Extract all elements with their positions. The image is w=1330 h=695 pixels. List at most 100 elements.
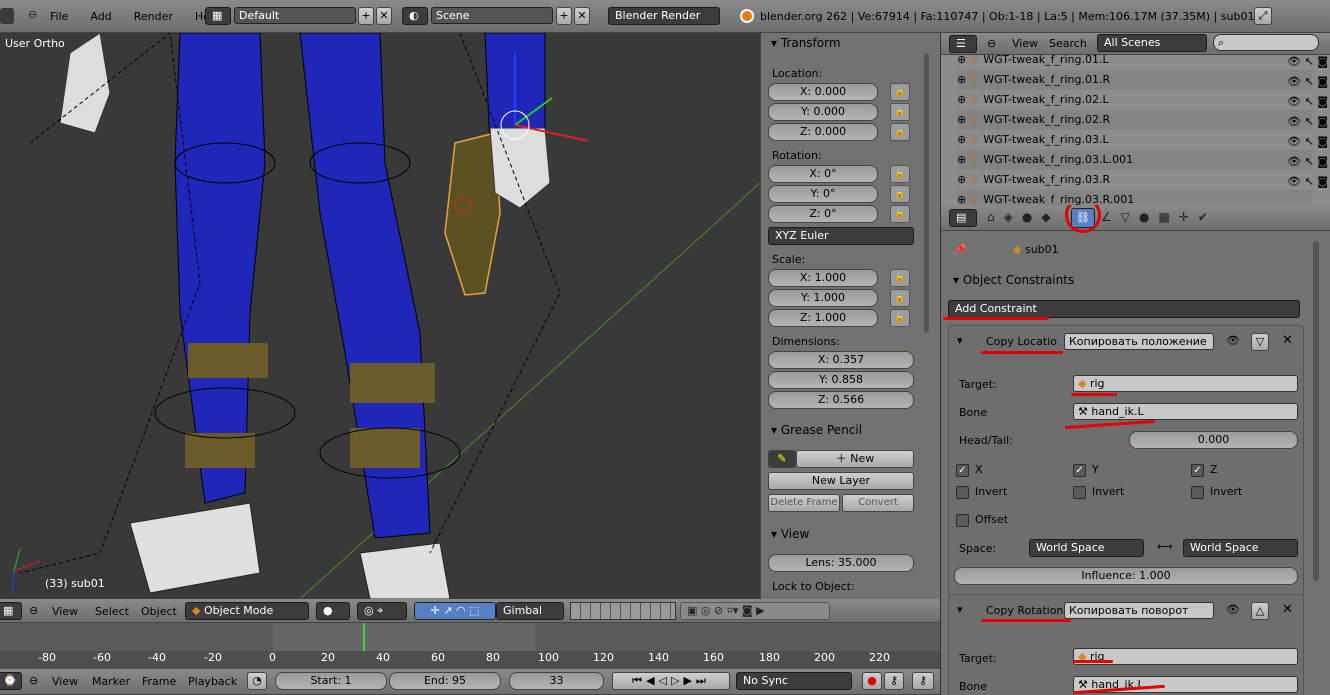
dimension-y[interactable]: Y: 0.858 xyxy=(768,371,914,389)
outliner-row[interactable]: ⊕ ▽ WGT-tweak_f_ring.03.R xyxy=(957,170,1312,190)
pencil-icon[interactable]: ✎ xyxy=(768,450,796,468)
keying-button[interactable]: ⚷ xyxy=(884,672,904,690)
render-engine-select[interactable]: Blender Render xyxy=(608,7,720,25)
collapse-icon[interactable]: ⊖ xyxy=(29,604,38,617)
outliner-row[interactable]: ⊕ ▽ WGT-tweak_f_ring.02.R xyxy=(957,110,1312,130)
z-checkbox[interactable]: ✓ Z xyxy=(1191,463,1218,477)
outliner-row[interactable]: ⊕ ▽ WGT-tweak_f_ring.01.L xyxy=(957,50,1312,70)
new-layer-button[interactable]: New Layer xyxy=(768,472,914,490)
owner-space-select[interactable]: World Space xyxy=(1029,539,1144,557)
scale-y[interactable]: Y: 1.000 xyxy=(768,289,878,307)
expand-icon[interactable]: ⊕ xyxy=(957,113,970,126)
location-y[interactable]: Y: 0.000 xyxy=(768,103,878,121)
outliner-row[interactable]: ⊕ ▽ WGT-tweak_f_ring.01.R xyxy=(957,70,1312,90)
menu-marker[interactable]: Marker xyxy=(92,675,130,688)
shading-select[interactable]: ● xyxy=(316,602,350,620)
expand-icon[interactable]: ⊕ xyxy=(957,153,970,166)
screen-type-icon[interactable]: ▦ xyxy=(205,7,231,25)
eye-icon[interactable]: 👁 xyxy=(1226,334,1240,347)
menu-playback[interactable]: Playback xyxy=(188,675,237,688)
menu-frame[interactable]: Frame xyxy=(142,675,176,688)
pin-icon[interactable]: 📌 xyxy=(953,243,967,256)
rotation-x[interactable]: X: 0° xyxy=(768,165,878,183)
expand-icon[interactable]: ▾ xyxy=(957,603,963,616)
menu-select[interactable]: Select xyxy=(95,605,129,618)
delete-scene-button[interactable]: ✕ xyxy=(574,7,590,25)
start-frame-field[interactable]: Start: 1 xyxy=(275,672,387,690)
sync-select[interactable]: No Sync xyxy=(736,672,852,690)
lock-icon[interactable]: 🔒 xyxy=(890,309,910,327)
delete-frame-button[interactable]: Delete Frame xyxy=(768,494,840,512)
fullscreen-button[interactable]: ⤢ xyxy=(1254,7,1272,25)
outliner-view-menu[interactable]: View xyxy=(1012,37,1038,50)
expand-icon[interactable]: ⊕ xyxy=(957,93,970,106)
lock-icon[interactable]: 🔒 xyxy=(890,123,910,141)
expand-icon[interactable]: ⊕ xyxy=(957,193,970,205)
manipulator-icons[interactable]: ✛ ↗ ◠ ⬚ xyxy=(414,602,496,620)
rotation-y[interactable]: Y: 0° xyxy=(768,185,878,203)
outliner-search-menu[interactable]: Search xyxy=(1049,37,1087,50)
bone-field[interactable]: ⚒ hand_ik.L xyxy=(1073,403,1298,420)
offset-checkbox[interactable]: Offset xyxy=(956,513,1008,527)
layer-buttons[interactable] xyxy=(570,602,676,620)
collapse-icon[interactable]: ⊖ xyxy=(28,8,37,21)
menu-view[interactable]: View xyxy=(52,605,78,618)
view-panel-title[interactable]: ▾ View xyxy=(771,527,809,541)
lock-icon[interactable]: 🔒 xyxy=(890,165,910,183)
x-checkbox[interactable]: ✓ X xyxy=(956,463,983,477)
location-z[interactable]: Z: 0.000 xyxy=(768,123,878,141)
scale-z[interactable]: Z: 1.000 xyxy=(768,309,878,327)
target-space-select[interactable]: World Space xyxy=(1183,539,1298,557)
add-screen-button[interactable]: + xyxy=(358,7,374,25)
grease-pencil-title[interactable]: ▾ Grease Pencil xyxy=(771,423,862,437)
outliner-row[interactable]: ⊕ ▽ WGT-tweak_f_ring.03.L xyxy=(957,130,1312,150)
collapse-icon[interactable]: ⊖ xyxy=(29,674,38,687)
expand-icon[interactable]: ⊕ xyxy=(957,173,970,186)
expand-icon[interactable]: ▾ xyxy=(957,334,963,347)
scene-type-icon[interactable]: ◐ xyxy=(402,7,428,25)
delete-screen-button[interactable]: ✕ xyxy=(376,7,392,25)
preview-range-button[interactable]: ◔ xyxy=(247,672,267,690)
editor-type-icon[interactable] xyxy=(0,8,14,24)
constraint-name-field[interactable]: Копировать положение xyxy=(1064,333,1214,350)
orientation-select[interactable]: Gimbal xyxy=(496,602,564,620)
expand-icon[interactable]: ⊕ xyxy=(957,133,970,146)
scale-x[interactable]: X: 1.000 xyxy=(768,269,878,287)
outliner-search-input[interactable]: ⌕ xyxy=(1213,34,1319,51)
y-checkbox[interactable]: ✓ Y xyxy=(1073,463,1099,477)
convert-button[interactable]: Convert xyxy=(842,494,914,512)
collapse-icon[interactable]: ⊖ xyxy=(987,37,996,50)
panel-scrollbar[interactable] xyxy=(924,53,929,333)
invert-z-checkbox[interactable]: Invert xyxy=(1191,485,1242,499)
dimension-z[interactable]: Z: 0.566 xyxy=(768,391,914,409)
outliner-row[interactable]: ⊕ ▽ WGT-tweak_f_ring.03.R.001 xyxy=(957,190,1312,205)
lock-icon[interactable]: 🔒 xyxy=(890,289,910,307)
lens-field[interactable]: Lens: 35.000 xyxy=(768,554,914,572)
keyframe-button[interactable]: ⚷ xyxy=(912,672,934,690)
grease-new-button[interactable]: ＋ New xyxy=(796,450,914,468)
rotation-mode-select[interactable]: XYZ Euler xyxy=(768,227,914,245)
close-icon[interactable]: ✕ xyxy=(1282,602,1293,617)
view3d-editor-icon[interactable]: ▦ xyxy=(0,602,22,620)
screen-layout-field[interactable]: Default xyxy=(234,7,356,24)
menu-add[interactable]: Add xyxy=(90,10,111,23)
expand-icon[interactable]: ⊕ xyxy=(957,73,970,86)
headtail-slider[interactable]: 0.000 xyxy=(1129,431,1298,449)
record-button[interactable]: ● xyxy=(862,672,882,690)
move-up-button[interactable]: △ xyxy=(1251,602,1269,620)
move-down-button[interactable]: ▽ xyxy=(1251,333,1269,351)
lock-icon[interactable]: 🔒 xyxy=(890,185,910,203)
invert-x-checkbox[interactable]: Invert xyxy=(956,485,1007,499)
properties-editor-icon[interactable]: ▤ xyxy=(949,209,977,227)
transform-title[interactable]: ▾ Transform xyxy=(771,36,841,50)
scene-field[interactable]: Scene xyxy=(431,7,553,24)
playback-controls[interactable]: ⏮◀◁▷▶⏭ xyxy=(612,672,730,690)
pivot-select[interactable]: ◎ ⌖ xyxy=(357,602,407,620)
dimension-x[interactable]: X: 0.357 xyxy=(768,351,914,369)
influence-slider[interactable]: Influence: 1.000 xyxy=(954,567,1298,585)
outliner-row[interactable]: ⊕ ▽ WGT-tweak_f_ring.02.L xyxy=(957,90,1312,110)
close-icon[interactable]: ✕ xyxy=(1282,333,1293,348)
expand-icon[interactable]: ⊕ xyxy=(957,53,970,66)
add-constraint-select[interactable]: Add Constraint xyxy=(948,300,1300,318)
outliner-row[interactable]: ⊕ ▽ WGT-tweak_f_ring.03.L.001 xyxy=(957,150,1312,170)
